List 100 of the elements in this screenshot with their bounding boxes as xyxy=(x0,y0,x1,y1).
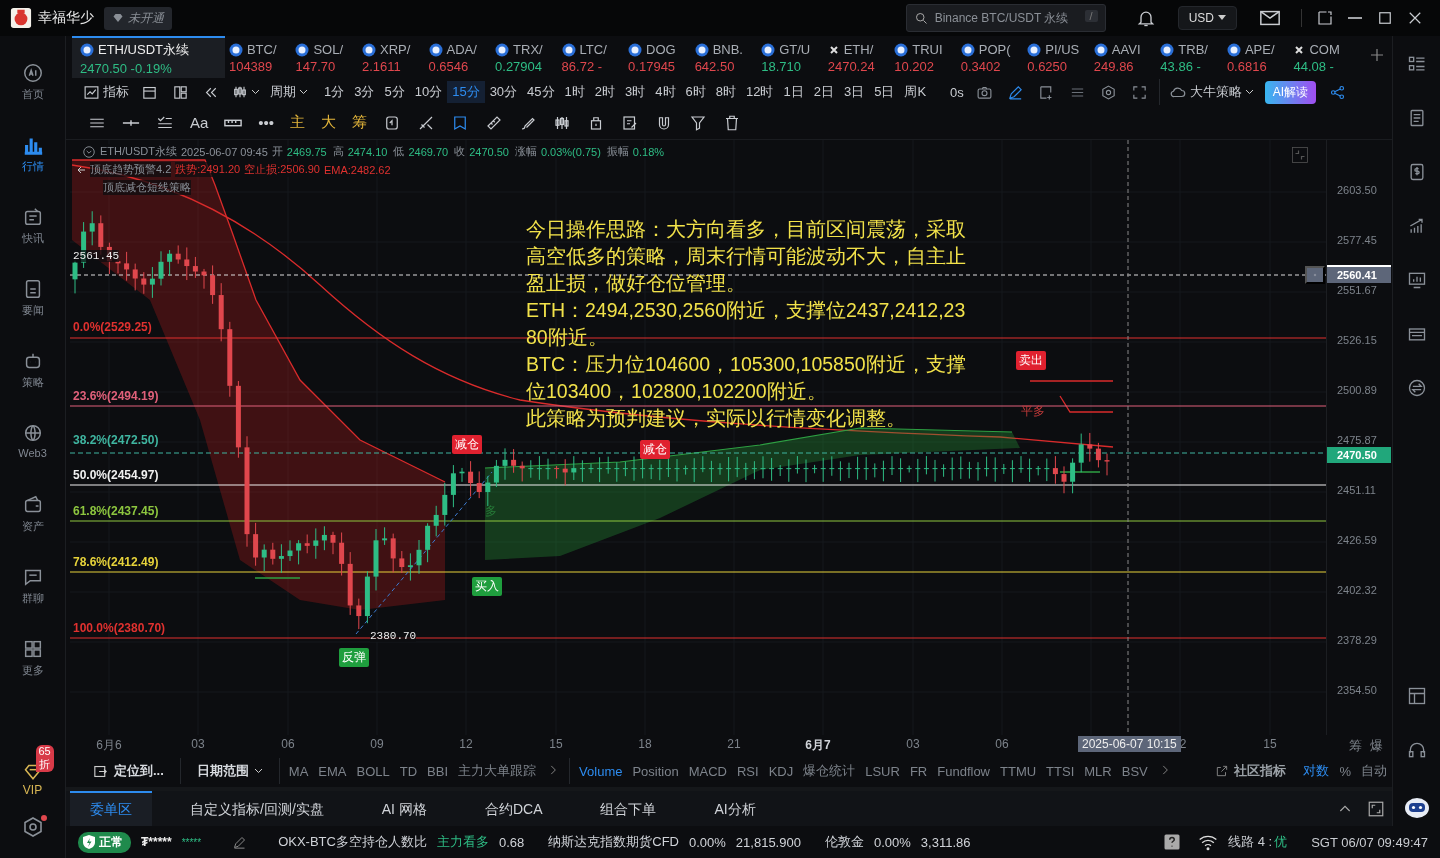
indicator-tab[interactable]: FR xyxy=(904,763,933,779)
ticker-tab[interactable]: COM 44.08 - xyxy=(1289,36,1356,78)
indicator-tab[interactable]: EMA xyxy=(313,763,352,779)
timeframe-tab[interactable]: 12时 xyxy=(741,81,779,103)
indicator-tab[interactable]: 主力大单跟踪 xyxy=(453,762,542,780)
ticker-name: 纳斯达克指数期货CFD xyxy=(548,833,679,851)
ticker-tab[interactable]: TRX/ 0.27904 xyxy=(491,36,558,78)
sidebar-item[interactable]: 策略 xyxy=(2,350,63,422)
indicator-value: EMA:2482.62 xyxy=(323,163,391,176)
text-tool[interactable]: Aa xyxy=(190,114,209,131)
timeframe-tab[interactable]: 15分 xyxy=(447,81,485,103)
ticker-tab[interactable]: BNB. 642.50 xyxy=(690,36,758,78)
indicator-tab[interactable]: LSUR xyxy=(860,763,905,779)
period-dropdown[interactable]: 周期 xyxy=(265,81,313,103)
overlay-toggle[interactable]: 筹 xyxy=(352,113,368,132)
community-indicators-button[interactable]: 社区指标 xyxy=(1203,762,1299,780)
axis-toggle[interactable]: 筹 xyxy=(1349,737,1362,755)
scale-toggle[interactable]: 自动 xyxy=(1356,762,1392,780)
indicator-tab[interactable]: TTSI xyxy=(1041,763,1080,779)
sidebar-item[interactable]: 要闻 xyxy=(2,278,63,350)
timeframe-tab[interactable]: 8时 xyxy=(710,81,741,103)
ticker-tab[interactable]: BTC/ 104389 xyxy=(224,36,292,78)
ticker-tab[interactable]: POP( 0.3402 xyxy=(956,36,1024,78)
timeframe-tab[interactable]: 周K xyxy=(899,81,932,103)
timeframe-tab[interactable]: 1时 xyxy=(559,81,590,103)
ticker-tab[interactable]: ETH/ 2470.24 xyxy=(823,36,891,78)
discount-badge: 65折 xyxy=(35,745,54,772)
ticker-tab[interactable]: ETH/USDT永续 2470.50 -0.19% xyxy=(72,36,225,78)
timeframe-tab[interactable]: 3日 xyxy=(838,81,870,103)
sidebar-item[interactable]: 资产 xyxy=(2,494,63,566)
ticker-tab[interactable]: PI/US 0.6250 xyxy=(1023,36,1090,78)
sidebar-item[interactable]: 首页 xyxy=(2,62,63,134)
indicators-button[interactable]: 指标 xyxy=(78,81,134,103)
timeframe-tab[interactable]: 2时 xyxy=(589,81,621,103)
ticker-tab[interactable]: SOL/ 147.70 xyxy=(291,36,358,78)
scale-toggle[interactable]: 对数 xyxy=(1298,762,1335,780)
overlay-toggle[interactable]: 主 xyxy=(290,113,306,132)
sidebar-item[interactable]: 行情 xyxy=(2,134,63,206)
sidebar-item[interactable]: 快讯 xyxy=(2,206,63,278)
timeframe-tab[interactable]: 5分 xyxy=(379,81,410,103)
account-id: ₮***** xyxy=(141,835,172,849)
date-range-dropdown[interactable]: 日期范围 xyxy=(184,762,275,780)
ticker-tab[interactable]: DOG 0.17945 xyxy=(624,36,691,78)
price-tick: 2603.50 xyxy=(1337,184,1377,196)
timeframe-tab[interactable]: 2日 xyxy=(808,81,839,103)
overlay-toggle[interactable]: 大 xyxy=(321,113,337,132)
ticker-tab[interactable]: TRB/ 43.86 - xyxy=(1156,36,1223,78)
ticker-tab[interactable]: TRUI 10.202 xyxy=(890,36,957,78)
ticker-name: 伦敦金 xyxy=(824,833,864,851)
currency-dropdown[interactable]: USD xyxy=(1177,6,1237,30)
indicator-tab[interactable]: 爆仓统计 xyxy=(798,762,861,780)
indicator-tab[interactable]: Fundflow xyxy=(932,763,995,779)
time-tick: 12 xyxy=(459,737,473,751)
ticker-tab[interactable]: XRP/ 2.1611 xyxy=(358,36,425,78)
sidebar-item[interactable]: 更多 xyxy=(2,638,63,710)
ticker-tab[interactable]: ADA/ 0.6546 xyxy=(424,36,492,78)
timeframe-tab[interactable]: 30分 xyxy=(484,81,523,103)
indicator-tab[interactable]: BBI xyxy=(422,763,454,779)
indicator-tab[interactable]: Volume xyxy=(574,763,628,779)
panel-tab[interactable]: 组合下单 xyxy=(580,791,677,826)
indicator-tab[interactable]: Position xyxy=(627,763,684,779)
ticker-tab[interactable]: LTC/ 86.72 - xyxy=(557,36,625,78)
axis-toggle[interactable]: 爆 xyxy=(1370,737,1383,755)
panel-tab[interactable]: 自定义指标/回测/实盘 xyxy=(170,791,344,826)
sidebar-item[interactable]: 群聊 xyxy=(2,566,63,638)
panel-tab[interactable]: 委单区 xyxy=(70,791,152,826)
timeframe-tab[interactable]: 5日 xyxy=(869,81,900,103)
timeframe-tab[interactable]: 1日 xyxy=(778,81,809,103)
panel-tab[interactable]: 合约DCA xyxy=(464,791,563,826)
indicator-tab[interactable]: TD xyxy=(394,763,423,779)
ticker-tab[interactable]: GT/U 18.710 xyxy=(757,36,824,78)
timeframe-tab[interactable]: 1分 xyxy=(319,81,350,103)
ticker-tab[interactable]: APE/ 0.6816 xyxy=(1222,36,1290,78)
timeframe-tab[interactable]: 3分 xyxy=(349,81,380,103)
price-tick: 2500.89 xyxy=(1337,384,1377,396)
level-label: 0.0%(2529.25) xyxy=(73,320,152,334)
timeframe-tab[interactable]: 4时 xyxy=(650,81,681,103)
indicator-tab[interactable]: BOLL xyxy=(351,763,395,779)
locate-button[interactable]: 定位到... xyxy=(80,762,176,780)
indicator-tab[interactable]: MACD xyxy=(683,763,732,779)
panel-tab[interactable]: AI 网格 xyxy=(361,791,447,826)
indicator-tab[interactable]: KDJ xyxy=(763,763,799,779)
crosshair-price-tag: 2560.41 xyxy=(1327,265,1391,283)
timeframe-tab[interactable]: 10分 xyxy=(409,81,448,103)
sidebar-item[interactable]: Web3 xyxy=(2,422,63,494)
panel-tab[interactable]: AI分析 xyxy=(694,791,776,826)
indicator-tab[interactable]: BSV xyxy=(1116,763,1153,779)
ticker-tab[interactable]: AAVI 249.86 xyxy=(1089,36,1157,78)
strategy-dropdown[interactable]: 大牛策略 xyxy=(1163,81,1259,103)
indicator-tab[interactable]: TTMU xyxy=(995,763,1042,779)
more-button[interactable]: ••• xyxy=(258,114,275,131)
route-quality: 优 xyxy=(1274,833,1288,851)
scale-toggle[interactable]: % xyxy=(1334,763,1356,779)
timeframe-tab[interactable]: 3时 xyxy=(620,81,651,103)
indicator-tab[interactable]: RSI xyxy=(732,763,764,779)
timeframe-tab[interactable]: 45分 xyxy=(522,81,560,103)
timeframe-tab[interactable]: 6时 xyxy=(680,81,711,103)
indicator-tab[interactable]: MA xyxy=(283,763,314,779)
time-tick: 15 xyxy=(1263,737,1277,751)
indicator-tab[interactable]: MLR xyxy=(1079,763,1117,779)
